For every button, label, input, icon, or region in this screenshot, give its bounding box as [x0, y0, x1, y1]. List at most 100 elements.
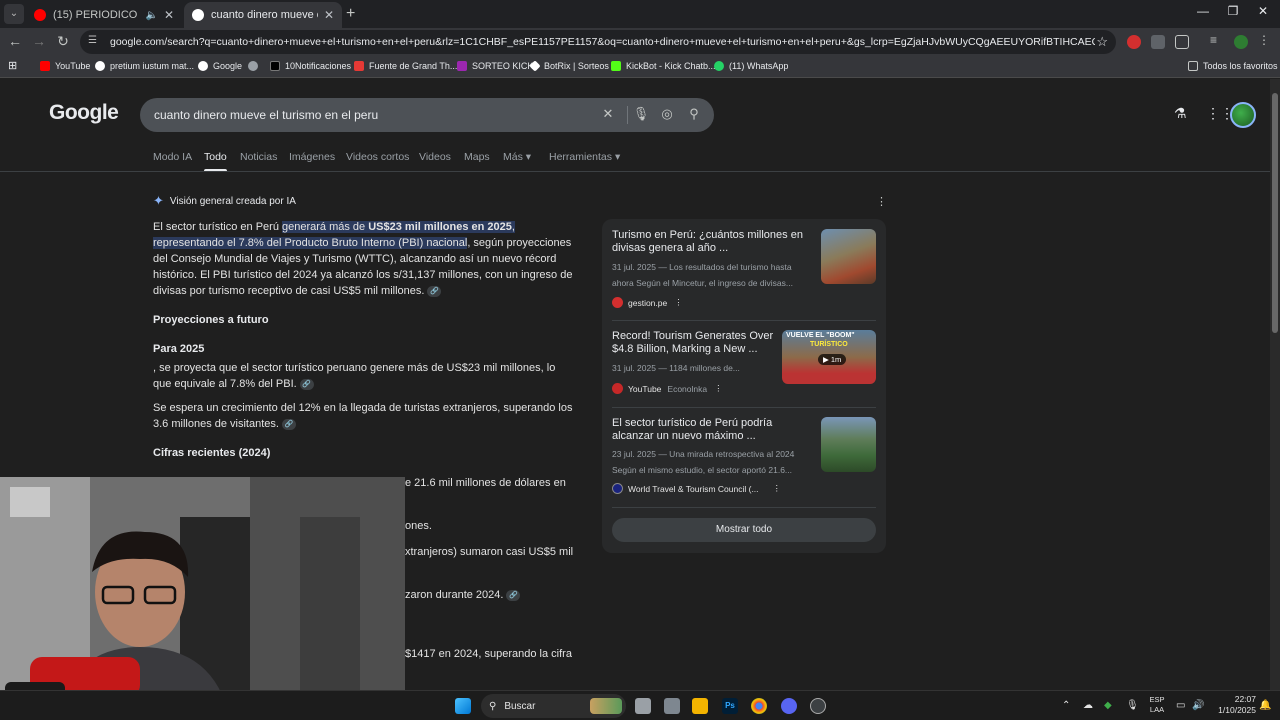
reading-list-icon[interactable]: ≡	[1210, 33, 1224, 47]
video-thumbnail[interactable]: VUELVE EL "BOOM" TURÍSTICO ▶ 1m	[782, 330, 876, 384]
profile-avatar[interactable]	[1234, 35, 1248, 49]
bookmark-botrix[interactable]: BotRix | Sorteos	[529, 60, 609, 72]
text: El sector turístico en Perú	[153, 221, 282, 233]
bookmark-sorteo-kick[interactable]: SORTEO KICK	[457, 61, 533, 71]
notification-icon[interactable]: 🔔	[1259, 700, 1271, 711]
text: zaron durante 2024.	[405, 589, 504, 601]
file-explorer-icon[interactable]	[692, 698, 708, 714]
more-options-icon[interactable]: ⋮	[714, 383, 723, 394]
discord-icon[interactable]	[781, 698, 797, 714]
extensions-puzzle-icon[interactable]	[1175, 35, 1189, 49]
extension-icon[interactable]	[1127, 35, 1141, 49]
source-card[interactable]: Turismo en Perú: ¿cuántos millones en di…	[612, 229, 878, 313]
link-icon[interactable]: 🔗	[427, 285, 442, 297]
microphone-icon[interactable]: 🎙	[632, 106, 650, 122]
site-info-icon[interactable]: ☰	[88, 35, 102, 49]
language-indicator[interactable]: ESP LAA	[1146, 695, 1168, 715]
reload-button[interactable]: ↻	[54, 33, 72, 50]
bookmark-kickbot[interactable]: KickBot - Kick Chatb...	[611, 61, 716, 71]
app-icon[interactable]	[810, 698, 826, 714]
url-text[interactable]: google.com/search?q=cuanto+dinero+mueve+…	[110, 36, 1095, 48]
task-view-icon[interactable]	[635, 698, 651, 714]
show-all-button[interactable]: Mostrar todo	[612, 518, 876, 542]
photoshop-icon[interactable]: Ps	[722, 698, 738, 714]
forward-button[interactable]: →	[30, 33, 48, 49]
bookmark-google[interactable]: Google	[198, 61, 242, 71]
bookmark-label: 10Notificaciones	[285, 61, 352, 71]
tab-search-result[interactable]: cuanto dinero mueve el turism ✕	[184, 2, 342, 28]
tab-search-button[interactable]: ⌄	[4, 4, 24, 24]
link-icon[interactable]: 🔗	[299, 378, 314, 390]
bookmark-star-icon[interactable]: ☆	[1096, 34, 1108, 50]
lens-icon[interactable]: ◎	[658, 106, 676, 122]
labs-flask-icon[interactable]: ⚗	[1174, 105, 1187, 122]
bookmark-pretium[interactable]: pretium iustum mat...	[95, 61, 194, 71]
bookmark-whatsapp[interactable]: (11) WhatsApp	[714, 61, 788, 71]
bookmark-10notificaciones[interactable]: 10Notificaciones	[270, 61, 351, 71]
tab-herramientas[interactable]: Herramientas ▾	[549, 151, 620, 163]
microphone-icon[interactable]: 🎙	[1126, 700, 1139, 711]
new-tab-button[interactable]: +	[346, 5, 355, 23]
tab-maps[interactable]: Maps	[464, 151, 490, 163]
apps-grid-icon[interactable]: ⊞	[8, 59, 17, 72]
tab-imagenes[interactable]: Imágenes	[289, 151, 335, 163]
bookmark-globe[interactable]	[248, 61, 263, 71]
chrome-icon[interactable]	[751, 698, 767, 714]
scrollbar-thumb[interactable]	[1272, 93, 1278, 333]
avatar[interactable]	[1230, 102, 1256, 128]
more-options-icon[interactable]: ⋮	[876, 195, 887, 208]
onedrive-icon[interactable]: ☁	[1083, 700, 1093, 711]
google-logo[interactable]: Google	[49, 101, 119, 125]
app-icon[interactable]	[664, 698, 680, 714]
menu-kebab-icon[interactable]: ⋮	[1258, 33, 1272, 47]
google-icon	[198, 61, 208, 71]
source-title[interactable]: Record! Tourism Generates Over $4.8 Bill…	[612, 330, 777, 356]
tab-mas[interactable]: Más ▾	[503, 151, 531, 163]
tab-videos-cortos[interactable]: Videos cortos	[346, 151, 409, 163]
clear-icon[interactable]: ✕	[599, 106, 617, 122]
more-options-icon[interactable]: ⋮	[773, 483, 782, 494]
tab-noticias[interactable]: Noticias	[240, 151, 277, 163]
search-icon[interactable]: ⚲	[685, 106, 703, 122]
more-options-icon[interactable]: ⋮	[674, 297, 683, 308]
source-card[interactable]: El sector turístico de Perú podría alcan…	[612, 417, 878, 501]
source-card[interactable]: Record! Tourism Generates Over $4.8 Bill…	[612, 330, 878, 414]
webcam-overlay	[0, 477, 405, 720]
all-bookmarks[interactable]: Todos los favoritos	[1188, 61, 1278, 71]
kickbot-icon	[611, 61, 621, 71]
tab-modo-ia[interactable]: Modo IA	[153, 151, 192, 163]
link-icon[interactable]: 🔗	[506, 589, 521, 601]
source-thumbnail	[821, 229, 876, 284]
source-title[interactable]: El sector turístico de Perú podría alcan…	[612, 417, 812, 443]
back-button[interactable]: ←	[6, 33, 24, 49]
tab-title: (15) PERIODICO DE AYER -	[53, 9, 141, 21]
tray-app-icon[interactable]: ◆	[1104, 700, 1112, 711]
tab-periodico[interactable]: (15) PERIODICO DE AYER - 🔈 ✕	[26, 2, 182, 28]
search-box[interactable]: ✕ 🎙 ◎ ⚲	[140, 98, 714, 132]
source-title[interactable]: Turismo en Perú: ¿cuántos millones en di…	[612, 229, 812, 255]
text-fragment: $1417 en 2024, superando la cifra	[405, 648, 572, 660]
taskbar-search[interactable]: ⚲ Buscar	[481, 694, 626, 718]
restore-button[interactable]: ❐	[1218, 4, 1248, 18]
speaker-icon[interactable]: 🔈	[145, 10, 157, 21]
chevron-up-icon[interactable]: ⌃	[1062, 700, 1070, 711]
source-snippet: 23 jul. 2025 — Una mirada retrospectiva …	[612, 449, 795, 475]
extension-icon[interactable]	[1151, 35, 1165, 49]
tab-videos[interactable]: Videos	[419, 151, 451, 163]
close-window-button[interactable]: ✕	[1248, 4, 1278, 18]
bookmark-youtube[interactable]: YouTube	[40, 61, 90, 71]
windows-start-icon[interactable]	[455, 698, 471, 714]
search-input[interactable]	[154, 108, 594, 122]
bookmark-fuente-gta[interactable]: Fuente de Grand Th...	[354, 61, 457, 71]
bookmark-label: YouTube	[55, 61, 91, 71]
page-scrollbar[interactable]	[1270, 79, 1280, 690]
link-icon[interactable]: 🔗	[281, 418, 296, 430]
system-clock[interactable]: 22:07 1/10/2025	[1208, 694, 1256, 716]
address-bar[interactable]: ☰ google.com/search?q=cuanto+dinero+muev…	[80, 30, 1116, 54]
tab-todo[interactable]: Todo	[204, 151, 227, 172]
minimize-button[interactable]: —	[1188, 4, 1218, 18]
network-icon[interactable]: ▭	[1176, 700, 1185, 711]
volume-icon[interactable]: 🔊	[1192, 700, 1204, 711]
close-tab-icon[interactable]: ✕	[324, 8, 334, 22]
close-tab-icon[interactable]: ✕	[164, 8, 174, 22]
